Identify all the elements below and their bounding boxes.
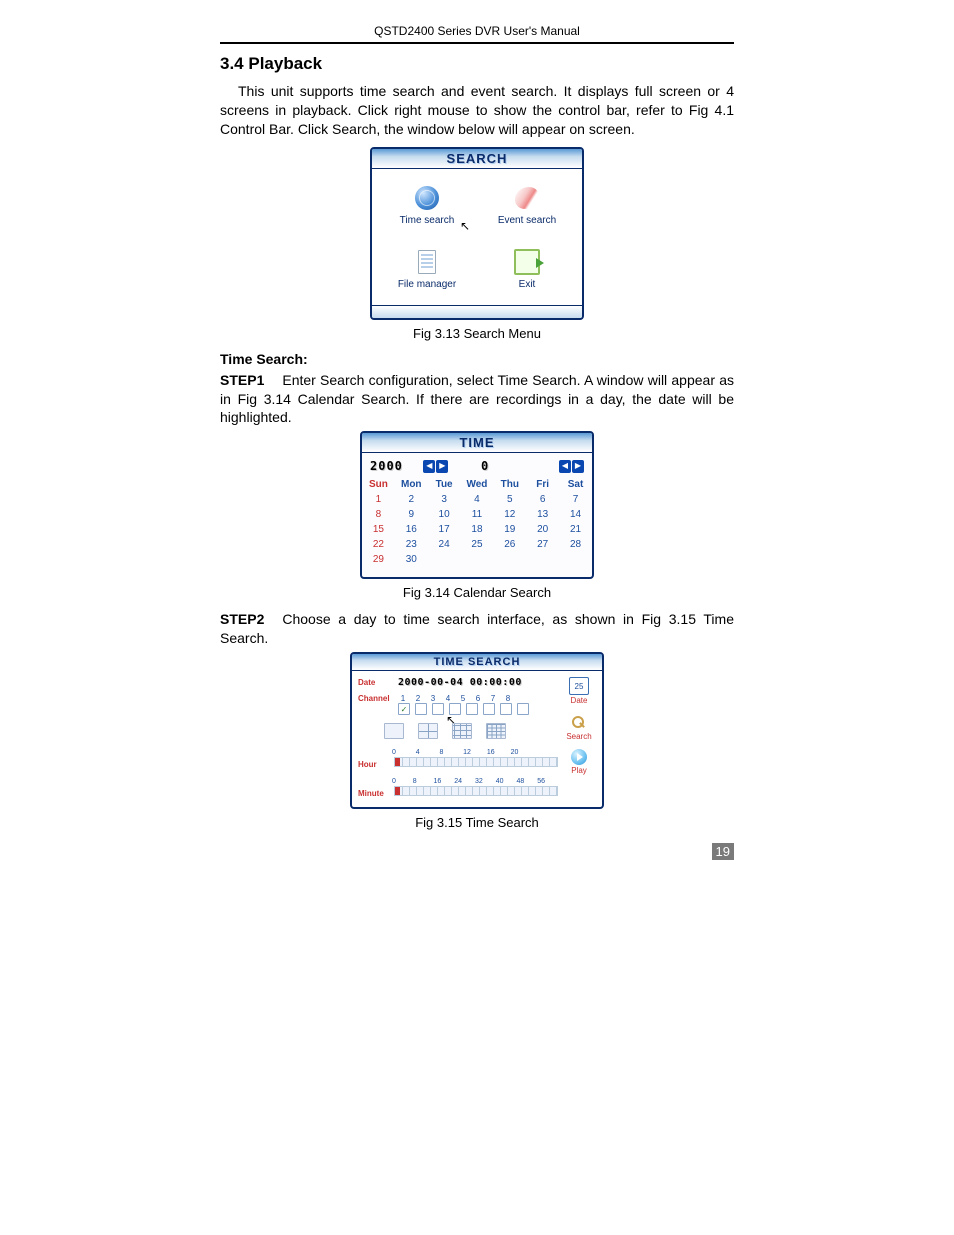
step1-label: STEP1 [220,372,264,388]
exit-button[interactable]: Exit [478,239,576,301]
ts-title: TIME SEARCH [352,654,602,671]
days-header: Sun Mon Tue Wed Thu Fri Sat [362,477,592,492]
channel-checkboxes: ✓ ↖ [398,703,529,715]
minute-label: Minute [358,789,392,798]
step2-text: Choose a day to time search interface, a… [220,611,734,646]
fig-315-caption: Fig 3.15 Time Search [220,815,734,830]
fig-search-menu: SEARCH Time search ↖ Event search File m… [370,147,584,320]
step1: STEP1Enter Search configuration, select … [220,371,734,428]
exit-icon [514,249,540,275]
cal-row: 891011121314 [362,507,592,522]
search-title: SEARCH [372,149,582,169]
fig-calendar: TIME 2000 ◀ ▶ 0 ◀ ▶ Sun Mon Tue Wed Thu [360,431,594,579]
globe-icon [415,186,439,210]
cal-row: 1234567 [362,492,592,507]
file-manager-button[interactable]: File manager [378,239,476,301]
event-search-button[interactable]: Event search [478,175,576,237]
hour-slider[interactable] [394,757,558,767]
time-title: TIME [362,433,592,453]
cursor-icon: ↖ [460,219,470,233]
date-value: 2000-00-04 00:00:00 [398,677,522,688]
ch5-checkbox[interactable] [466,703,478,715]
view-9-button[interactable] [452,723,472,739]
ch3-checkbox[interactable] [432,703,444,715]
date-label: Date [358,678,392,687]
time-search-button[interactable]: Time search ↖ [378,175,476,237]
page-number: 19 [712,843,734,860]
step2-label: STEP2 [220,611,264,627]
time-search-label: Time search [400,215,455,226]
event-search-label: Event search [498,215,556,226]
calendar-table: Sun Mon Tue Wed Thu Fri Sat 1234567 8910… [362,477,592,567]
hour-label: Hour [358,760,392,769]
intro-text: This unit supports time search and event… [220,82,734,139]
step2: STEP2Choose a day to time search interfa… [220,610,734,648]
minute-ticks: 08162432404856 [392,778,558,785]
prev-icon[interactable]: ◀ [423,460,435,473]
play-button[interactable]: Play [571,749,587,775]
channel-label: Channel [358,694,392,703]
ch2-checkbox[interactable] [415,703,427,715]
file-manager-label: File manager [398,279,456,290]
ch6-checkbox[interactable] [483,703,495,715]
panel-footer [372,305,582,318]
exit-label: Exit [519,279,536,290]
date-button[interactable]: 25 Date [569,677,589,705]
cal-row: 22232425262728 [362,537,592,552]
channel-numbers: 12345678 [398,694,529,703]
month-stepper[interactable]: ◀ ▶ [559,460,584,473]
cal-row: 15161718192021 [362,522,592,537]
view-1-button[interactable] [384,723,404,739]
search-button[interactable]: Search [566,715,591,741]
next-icon[interactable]: ▶ [572,460,584,473]
feather-icon [513,184,540,213]
next-icon[interactable]: ▶ [436,460,448,473]
fig-time-search: TIME SEARCH Date 2000-00-04 00:00:00 Cha… [350,652,604,809]
step1-text: Enter Search configuration, select Time … [220,372,734,426]
time-search-heading: Time Search: [220,351,734,367]
view-modes [384,723,558,739]
running-head: QSTD2400 Series DVR User's Manual [220,24,734,38]
fig-313-caption: Fig 3.13 Search Menu [220,326,734,341]
month-value: 0 [481,459,489,473]
year-value: 2000 [370,459,403,473]
prev-icon[interactable]: ◀ [559,460,571,473]
section-title: 3.4 Playback [220,54,734,74]
ch8-checkbox[interactable] [517,703,529,715]
year-stepper[interactable]: ◀ ▶ [423,460,448,473]
head-rule [220,42,734,44]
play-icon [571,749,587,765]
file-icon [418,250,436,274]
ch1-checkbox[interactable]: ✓ [398,703,410,715]
view-16-button[interactable] [486,723,506,739]
cal-row: 2930 [362,552,592,567]
fig-314-caption: Fig 3.14 Calendar Search [220,585,734,600]
minute-slider[interactable] [394,786,558,796]
view-4-button[interactable] [418,723,438,739]
hour-ticks: 048121620 [392,749,558,756]
ch7-checkbox[interactable] [500,703,512,715]
calendar-icon: 25 [569,677,589,695]
search-icon [570,715,588,731]
